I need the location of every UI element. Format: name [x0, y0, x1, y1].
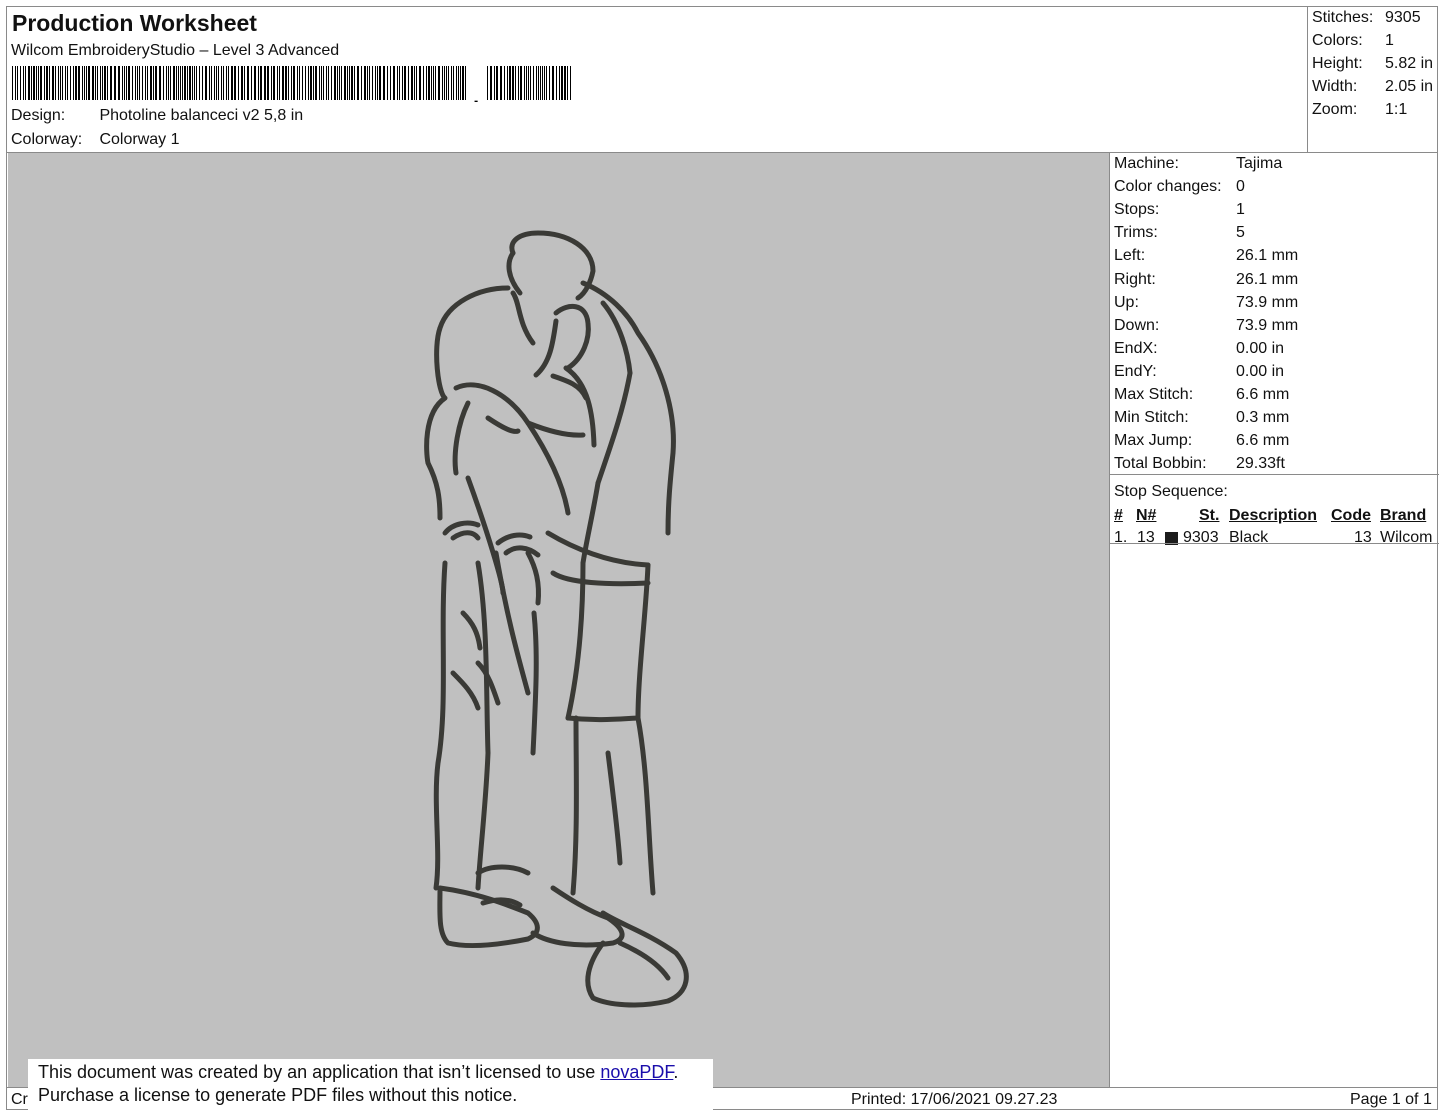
row-code: 13: [1354, 529, 1372, 546]
notice-period: .: [673, 1062, 679, 1082]
design-row: Design: Photoline balanceci v2 5,8 in: [11, 107, 303, 125]
stop-sequence-title: Stop Sequence:: [1114, 483, 1228, 500]
stat-value: 0.00 in: [1236, 362, 1285, 380]
summary-height-label: Height:: [1312, 55, 1363, 72]
design-label: Design:: [11, 107, 66, 124]
stat-value: 5: [1236, 224, 1245, 242]
summary-colors-value: 1: [1385, 32, 1394, 49]
license-notice: This document was created by an applicat…: [28, 1059, 713, 1112]
summary-stitches-label: Stitches:: [1312, 9, 1374, 26]
row-needle: 13: [1137, 529, 1155, 546]
software-name: Wilcom EmbroideryStudio – Level 3 Advanc…: [11, 42, 340, 59]
stat-label: Down:: [1114, 316, 1160, 334]
summary-zoom-value: 1:1: [1385, 101, 1408, 118]
stat-label: Min Stitch:: [1114, 409, 1189, 427]
col-header-needle: N#: [1136, 507, 1157, 524]
page-title: Production Worksheet: [12, 10, 257, 36]
barcode-suffix: ,: [473, 84, 479, 102]
col-header-brand: Brand: [1380, 507, 1427, 524]
summary-colors-label: Colors:: [1312, 32, 1363, 49]
stat-label: Total Bobbin:: [1114, 455, 1207, 473]
stat-value: 73.9 mm: [1236, 316, 1299, 334]
col-header-code: Code: [1331, 507, 1371, 524]
summary-width-value: 2.05 in: [1385, 78, 1434, 95]
barcode: ,: [12, 66, 571, 102]
stat-value: 29.33ft: [1236, 455, 1285, 473]
stat-label: Right:: [1114, 270, 1156, 288]
col-header-num: #: [1114, 507, 1123, 524]
stat-label: EndY:: [1114, 362, 1157, 380]
stats-divider: [1110, 474, 1439, 475]
stat-label: Max Jump:: [1114, 432, 1193, 450]
design-summary: Stitches: 9305 Colors: 1 Height: 5.82 in…: [1307, 7, 1440, 152]
colorway-value: Colorway 1: [99, 131, 180, 148]
stat-label: Color changes:: [1114, 178, 1222, 196]
row-num: 1.: [1114, 529, 1128, 546]
embroidery-outline-drawing: [424, 230, 689, 1008]
row-st: 9303: [1183, 529, 1219, 546]
design-value: Photoline balanceci v2 5,8 in: [99, 107, 304, 124]
notice-line-1: This document was created by an applicat…: [38, 1062, 678, 1083]
stat-value: 6.6 mm: [1236, 386, 1290, 403]
page-number: Page 1 of 1: [1350, 1091, 1432, 1108]
colorway-row: Colorway: Colorway 1: [11, 131, 179, 149]
stat-label: Max Stitch:: [1114, 386, 1194, 403]
notice-text: This document was created by an applicat…: [38, 1062, 601, 1082]
design-preview: [8, 153, 1109, 1087]
stat-value: 26.1 mm: [1236, 270, 1299, 288]
stat-label: Left:: [1114, 247, 1146, 265]
stat-label: Stops:: [1114, 201, 1160, 219]
stat-value: 0: [1236, 178, 1245, 196]
summary-zoom-label: Zoom:: [1312, 101, 1358, 118]
stats-panel: Machine: Tajima Color changes: 0 Stops: 1 Trim…: [1109, 153, 1439, 1087]
stat-value: 26.1 mm: [1236, 247, 1299, 265]
stat-value: 1: [1236, 201, 1245, 219]
stat-label: EndX:: [1114, 339, 1158, 357]
colorway-label: Colorway:: [11, 131, 83, 148]
worksheet-page: Production Worksheet Wilcom EmbroiderySt…: [6, 6, 1440, 1110]
stat-value: Tajima: [1236, 155, 1283, 172]
printed-timestamp: Printed: 17/06/2021 09.27.23: [851, 1091, 1058, 1108]
col-header-description: Description: [1229, 507, 1318, 524]
stat-value: 73.9 mm: [1236, 293, 1299, 311]
summary-stitches-value: 9305: [1385, 9, 1421, 26]
stop-sequence-divider: [1110, 543, 1439, 544]
row-brand: Wilcom: [1380, 529, 1433, 546]
summary-height-value: 5.82 in: [1385, 55, 1434, 72]
stat-label: Trims:: [1114, 224, 1158, 242]
stat-value: 0.3 mm: [1236, 409, 1290, 427]
stat-label: Machine:: [1114, 155, 1179, 172]
row-description: Black: [1229, 529, 1269, 546]
worksheet-header: Production Worksheet Wilcom EmbroiderySt…: [7, 7, 1307, 152]
stat-label: Up:: [1114, 293, 1139, 311]
notice-line-2: Purchase a license to generate PDF files…: [38, 1085, 518, 1105]
stat-value: 6.6 mm: [1236, 432, 1290, 450]
col-header-st: St.: [1199, 507, 1220, 524]
novapdf-link[interactable]: novaPDF: [600, 1062, 673, 1082]
stat-value: 0.00 in: [1236, 339, 1285, 357]
summary-width-label: Width:: [1312, 78, 1358, 95]
footer-left-text: Cr: [11, 1091, 28, 1108]
